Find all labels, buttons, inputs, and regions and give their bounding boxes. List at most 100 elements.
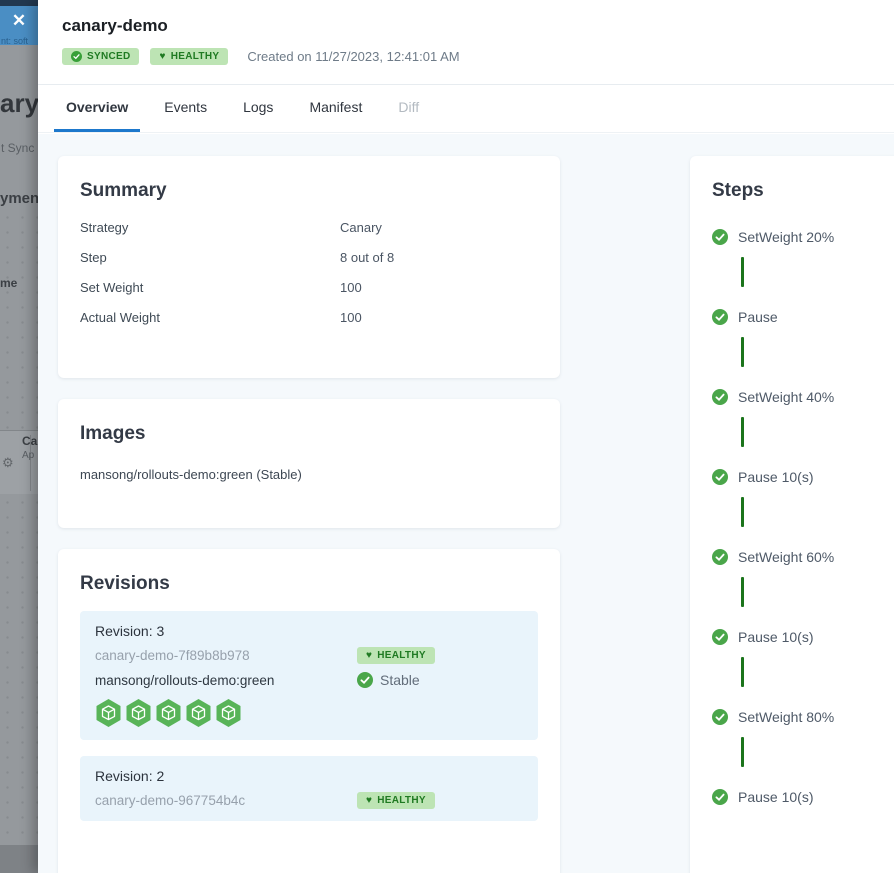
background-app-title-fragment: ary-: [0, 88, 38, 119]
revision-item-3: Revision: 3 canary-demo-7f89b8b978 ♥ HEA…: [80, 611, 538, 740]
step-item: Pause 10(s): [712, 466, 894, 488]
tab-bar: Overview Events Logs Manifest Diff: [38, 85, 894, 133]
step-connector: [741, 657, 744, 687]
page-title: canary-demo: [62, 16, 894, 36]
step-connector: [741, 257, 744, 287]
revision-row: canary-demo-7f89b8b978 ♥ HEALTHY: [95, 647, 523, 664]
background-footer-strip: [0, 845, 38, 873]
step-complete-icon: [712, 629, 728, 645]
revision-row: canary-demo-967754b4c ♥ HEALTHY: [95, 792, 523, 809]
summary-value: 100: [340, 310, 362, 325]
step-label: Pause: [738, 309, 778, 325]
background-sync-fragment: t Sync: [1, 141, 34, 155]
step-item: Pause: [712, 306, 894, 328]
panel-header: canary-demo SYNCED ♥ HEALTHY Created on …: [38, 0, 894, 85]
sync-status-badge: SYNCED: [62, 48, 139, 65]
step-item: Pause 10(s): [712, 626, 894, 648]
step-label: SetWeight 60%: [738, 549, 834, 565]
heart-icon: ♥: [366, 651, 372, 661]
heart-icon: ♥: [159, 52, 165, 62]
heart-icon: ♥: [366, 796, 372, 806]
background-column-header-fragment: me: [0, 276, 17, 290]
pod-icon[interactable]: [185, 698, 212, 728]
status-badge-row: SYNCED ♥ HEALTHY Created on 11/27/2023, …: [62, 48, 894, 65]
summary-label: Strategy: [80, 220, 340, 235]
revision-row: mansong/rollouts-demo:green Stable: [95, 672, 523, 688]
step-complete-icon: [712, 309, 728, 325]
step-item: SetWeight 20%: [712, 226, 894, 248]
step-label: SetWeight 40%: [738, 389, 834, 405]
rollout-detail-panel: canary-demo SYNCED ♥ HEALTHY Created on …: [38, 0, 894, 873]
step-connector: [741, 417, 744, 447]
close-icon: ✕: [12, 6, 26, 36]
step-complete-icon: [712, 709, 728, 725]
step-connector: [741, 337, 744, 367]
summary-rows: Strategy Canary Step 8 out of 8 Set Weig…: [80, 212, 538, 332]
step-label: Pause 10(s): [738, 789, 813, 805]
background-link-fragment: nt: soft: [1, 36, 28, 46]
summary-row-step: Step 8 out of 8: [80, 242, 538, 272]
summary-value: 8 out of 8: [340, 250, 394, 265]
gear-icon: ⚙: [2, 455, 14, 471]
summary-row-actual-weight: Actual Weight 100: [80, 302, 538, 332]
images-card: Images mansong/rollouts-demo:green (Stab…: [58, 399, 560, 528]
pod-icon[interactable]: [215, 698, 242, 728]
overview-content: Summary Strategy Canary Step 8 out of 8 …: [38, 134, 894, 873]
revision-health-badge: ♥ HEALTHY: [357, 647, 435, 664]
revision-health-badge: ♥ HEALTHY: [357, 792, 435, 809]
steps-card: Steps SetWeight 20% Pause SetWeight 40%: [690, 156, 894, 873]
background-section-fragment: yment: [0, 190, 38, 207]
background-card-fragment: Ca Ap ⚙: [0, 430, 38, 494]
steps-title: Steps: [712, 180, 894, 202]
revision-name: Revision: 3: [95, 623, 523, 639]
summary-title: Summary: [80, 180, 538, 202]
pod-row: [95, 698, 523, 728]
summary-label: Step: [80, 250, 340, 265]
background-page-strip: ✕ nt: soft ary- t Sync yment me Ca Ap ⚙: [0, 0, 38, 873]
revision-image: mansong/rollouts-demo:green: [95, 673, 357, 688]
pod-icon[interactable]: [125, 698, 152, 728]
tab-manifest[interactable]: Manifest: [297, 85, 374, 132]
image-item: mansong/rollouts-demo:green (Stable): [80, 467, 538, 482]
step-complete-icon: [712, 789, 728, 805]
pod-icon[interactable]: [95, 698, 122, 728]
step-label: Pause 10(s): [738, 469, 813, 485]
step-item: SetWeight 40%: [712, 386, 894, 408]
summary-label: Actual Weight: [80, 310, 340, 325]
pod-icon[interactable]: [155, 698, 182, 728]
revisions-title: Revisions: [80, 573, 538, 595]
revision-health-label: HEALTHY: [377, 795, 426, 806]
step-connector: [741, 497, 744, 527]
revisions-card: Revisions Revision: 3 canary-demo-7f89b8…: [58, 549, 560, 873]
background-dot-pattern: [0, 210, 38, 845]
steps-list: SetWeight 20% Pause SetWeight 40% Pause …: [712, 226, 894, 808]
step-label: SetWeight 80%: [738, 709, 834, 725]
tab-events[interactable]: Events: [152, 85, 219, 132]
step-connector: [741, 737, 744, 767]
summary-value: 100: [340, 280, 362, 295]
health-status-badge: ♥ HEALTHY: [150, 48, 228, 65]
step-item: SetWeight 80%: [712, 706, 894, 728]
tab-diff: Diff: [386, 85, 431, 132]
sync-status-label: SYNCED: [87, 51, 130, 62]
tab-overview[interactable]: Overview: [54, 85, 140, 132]
tab-logs[interactable]: Logs: [231, 85, 285, 132]
summary-row-strategy: Strategy Canary: [80, 212, 538, 242]
stable-indicator: Stable: [357, 672, 420, 688]
stable-label: Stable: [380, 672, 420, 688]
revision-item-2: Revision: 2 canary-demo-967754b4c ♥ HEAL…: [80, 756, 538, 821]
step-complete-icon: [712, 469, 728, 485]
replicaset-name: canary-demo-967754b4c: [95, 793, 357, 808]
revision-name: Revision: 2: [95, 768, 523, 784]
background-card-text: Ca: [22, 434, 37, 448]
step-item: Pause 10(s): [712, 786, 894, 808]
background-card-subtext: Ap: [22, 450, 34, 461]
summary-row-set-weight: Set Weight 100: [80, 272, 538, 302]
summary-card: Summary Strategy Canary Step 8 out of 8 …: [58, 156, 560, 378]
summary-value: Canary: [340, 220, 382, 235]
step-complete-icon: [712, 229, 728, 245]
step-complete-icon: [712, 389, 728, 405]
summary-label: Set Weight: [80, 280, 340, 295]
images-title: Images: [80, 423, 538, 445]
step-item: SetWeight 60%: [712, 546, 894, 568]
